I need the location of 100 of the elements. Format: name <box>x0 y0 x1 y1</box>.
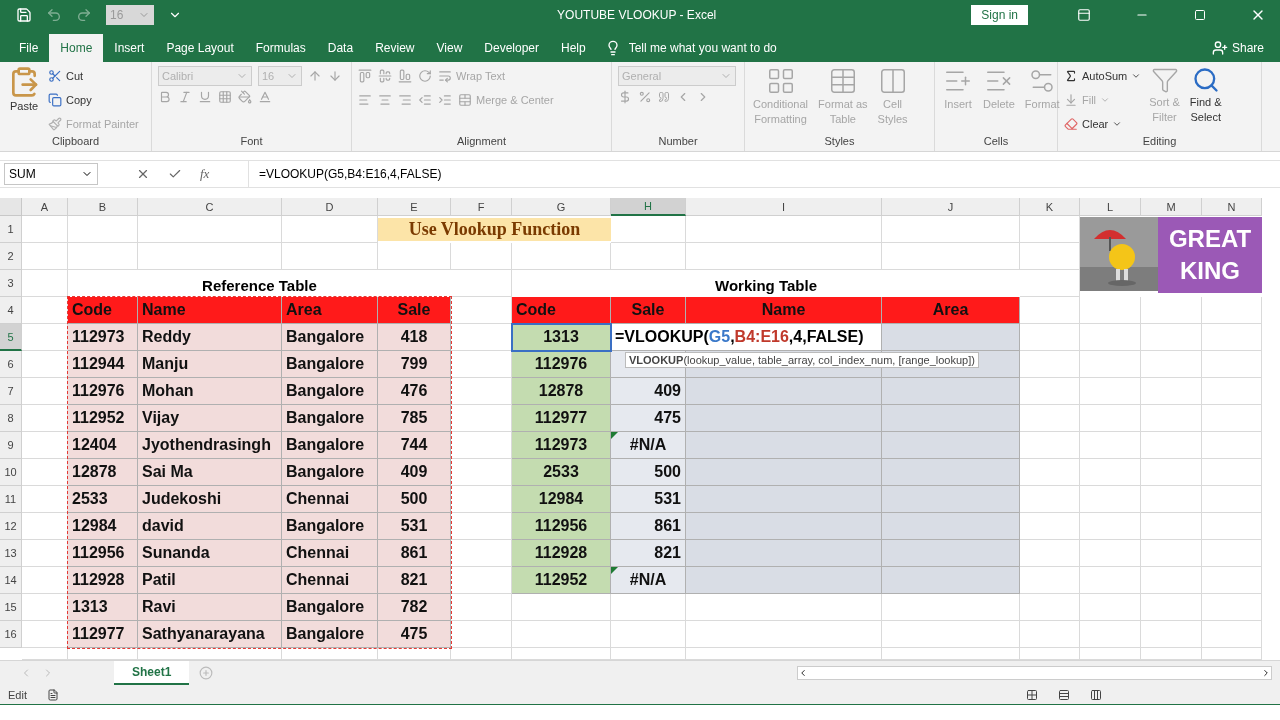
empty-cell[interactable] <box>1202 459 1262 486</box>
cut-button[interactable]: Cut <box>48 66 139 86</box>
empty-cell[interactable] <box>1202 513 1262 540</box>
formula-field[interactable]: =VLOOKUP(G5,B4:E16,4,FALSE) <box>248 161 1280 187</box>
top-align-icon[interactable] <box>358 69 372 83</box>
row-header[interactable]: 5 <box>0 324 22 351</box>
normal-view-icon[interactable] <box>1026 688 1038 701</box>
restore-icon[interactable] <box>1194 9 1206 21</box>
tell-me-field[interactable]: Tell me what you want to do <box>628 41 777 55</box>
empty-cell[interactable] <box>1202 594 1262 621</box>
row-header[interactable]: 12 <box>0 513 22 540</box>
ribbon-tab[interactable]: Developer <box>473 34 550 62</box>
column-header[interactable]: C <box>138 198 282 216</box>
row-header[interactable]: 3 <box>0 270 22 297</box>
empty-cell[interactable] <box>882 621 1020 648</box>
empty-cell[interactable] <box>1141 378 1202 405</box>
empty-cell[interactable] <box>1141 459 1202 486</box>
editing-cell[interactable]: =VLOOKUP(G5,B4:E16,4,FALSE) <box>611 324 882 351</box>
ribbon-tab[interactable]: View <box>425 34 474 62</box>
grow-font-icon[interactable] <box>308 69 322 83</box>
column-header[interactable]: B <box>68 198 138 216</box>
row-header[interactable]: 11 <box>0 486 22 513</box>
column-header[interactable]: L <box>1080 198 1141 216</box>
empty-cell[interactable] <box>1141 567 1202 594</box>
empty-cell[interactable] <box>882 216 1020 243</box>
empty-cell[interactable] <box>1141 432 1202 459</box>
empty-cell[interactable] <box>1202 297 1262 324</box>
empty-cell[interactable] <box>1141 594 1202 621</box>
page-break-icon[interactable] <box>1090 688 1102 701</box>
currency-icon[interactable] <box>618 90 632 104</box>
decrease-indent-icon[interactable] <box>418 93 432 107</box>
empty-cell[interactable] <box>512 621 611 648</box>
select-all-button[interactable] <box>0 198 22 216</box>
comma-style-icon[interactable] <box>658 91 670 103</box>
empty-cell[interactable] <box>1202 540 1262 567</box>
ribbon-tab[interactable]: Home <box>49 34 104 62</box>
empty-cell[interactable] <box>1080 351 1141 378</box>
empty-cell[interactable] <box>1202 621 1262 648</box>
horizontal-scrollbar[interactable] <box>797 666 1272 680</box>
row-header[interactable]: 13 <box>0 540 22 567</box>
empty-cell[interactable] <box>1202 432 1262 459</box>
empty-cell[interactable] <box>1080 324 1141 351</box>
ribbon-tab[interactable]: Page Layout <box>155 34 245 62</box>
empty-cell[interactable] <box>1080 432 1141 459</box>
empty-cell[interactable] <box>1202 324 1262 351</box>
ribbon-tab[interactable]: Data <box>316 34 365 62</box>
empty-cell[interactable] <box>68 216 138 243</box>
empty-cell[interactable] <box>1080 405 1141 432</box>
column-header[interactable]: D <box>282 198 378 216</box>
column-header[interactable]: H <box>611 198 686 216</box>
cancel-icon[interactable] <box>136 167 150 181</box>
fill-color-icon[interactable] <box>238 90 252 104</box>
column-header[interactable]: M <box>1141 198 1202 216</box>
ribbon-tab[interactable]: Insert <box>103 34 156 62</box>
empty-cell[interactable] <box>1202 405 1262 432</box>
row-header[interactable]: 4 <box>0 297 22 324</box>
scroll-left-icon[interactable] <box>798 668 808 678</box>
sign-in-button[interactable]: Sign in <box>971 5 1028 25</box>
row-header[interactable]: 6 <box>0 351 22 378</box>
empty-cell[interactable] <box>1141 621 1202 648</box>
font-color-icon[interactable] <box>258 90 272 104</box>
empty-cell[interactable] <box>1202 567 1262 594</box>
empty-cell[interactable] <box>1141 513 1202 540</box>
ribbon-tab[interactable]: Review <box>364 34 426 62</box>
clear-button[interactable]: Clear <box>1064 114 1142 134</box>
page-layout-icon[interactable] <box>1058 688 1070 701</box>
empty-cell[interactable] <box>1080 513 1141 540</box>
autosum-button[interactable]: AutoSum <box>1064 66 1142 86</box>
empty-cell[interactable] <box>686 621 882 648</box>
empty-cell[interactable] <box>1020 621 1080 648</box>
row-header[interactable]: 7 <box>0 378 22 405</box>
middle-align-icon[interactable] <box>378 69 392 83</box>
empty-cell[interactable] <box>1080 567 1141 594</box>
empty-cell[interactable] <box>1020 594 1080 621</box>
name-box[interactable]: SUM <box>4 163 98 185</box>
empty-cell[interactable] <box>1080 594 1141 621</box>
row-header[interactable]: 16 <box>0 621 22 648</box>
column-header[interactable]: N <box>1202 198 1262 216</box>
align-center-icon[interactable] <box>378 93 392 107</box>
column-header[interactable]: E <box>378 198 451 216</box>
empty-cell[interactable] <box>1080 297 1141 324</box>
align-right-icon[interactable] <box>398 93 412 107</box>
save-icon[interactable] <box>16 7 32 23</box>
empty-cell[interactable] <box>1141 486 1202 513</box>
empty-cell[interactable] <box>1141 324 1202 351</box>
row-header[interactable]: 1 <box>0 216 22 243</box>
sheet-tab[interactable]: Sheet1 <box>114 661 190 685</box>
empty-cell[interactable] <box>1202 378 1262 405</box>
empty-cell[interactable] <box>1080 378 1141 405</box>
ribbon-tab[interactable]: Formulas <box>244 34 317 62</box>
column-header[interactable]: A <box>22 198 68 216</box>
column-header[interactable]: J <box>882 198 1020 216</box>
empty-cell[interactable] <box>451 243 512 270</box>
row-header[interactable]: 2 <box>0 243 22 270</box>
find-select-button[interactable]: Find & Select <box>1187 66 1224 135</box>
copy-button[interactable]: Copy <box>48 90 139 110</box>
bold-icon[interactable] <box>158 90 172 104</box>
empty-cell[interactable] <box>1080 621 1141 648</box>
bottom-align-icon[interactable] <box>398 69 412 83</box>
borders-icon[interactable] <box>218 90 232 104</box>
